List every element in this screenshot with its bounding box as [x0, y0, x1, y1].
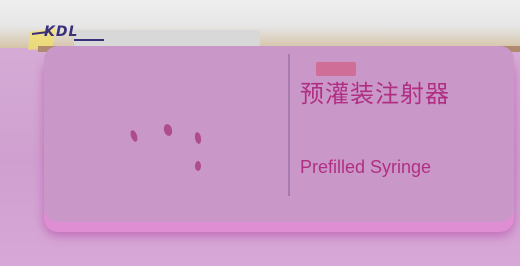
vertical-divider [288, 54, 290, 196]
dot [163, 124, 173, 136]
logo-text: KDL [44, 24, 79, 40]
product-title-en: Prefilled Syringe [300, 157, 432, 177]
decorative-dots [130, 124, 202, 171]
dot [195, 161, 201, 171]
dot [194, 132, 202, 144]
product-card [44, 46, 514, 222]
product-title-zh: 预灌装注射器 [300, 80, 450, 108]
dot [130, 130, 138, 142]
